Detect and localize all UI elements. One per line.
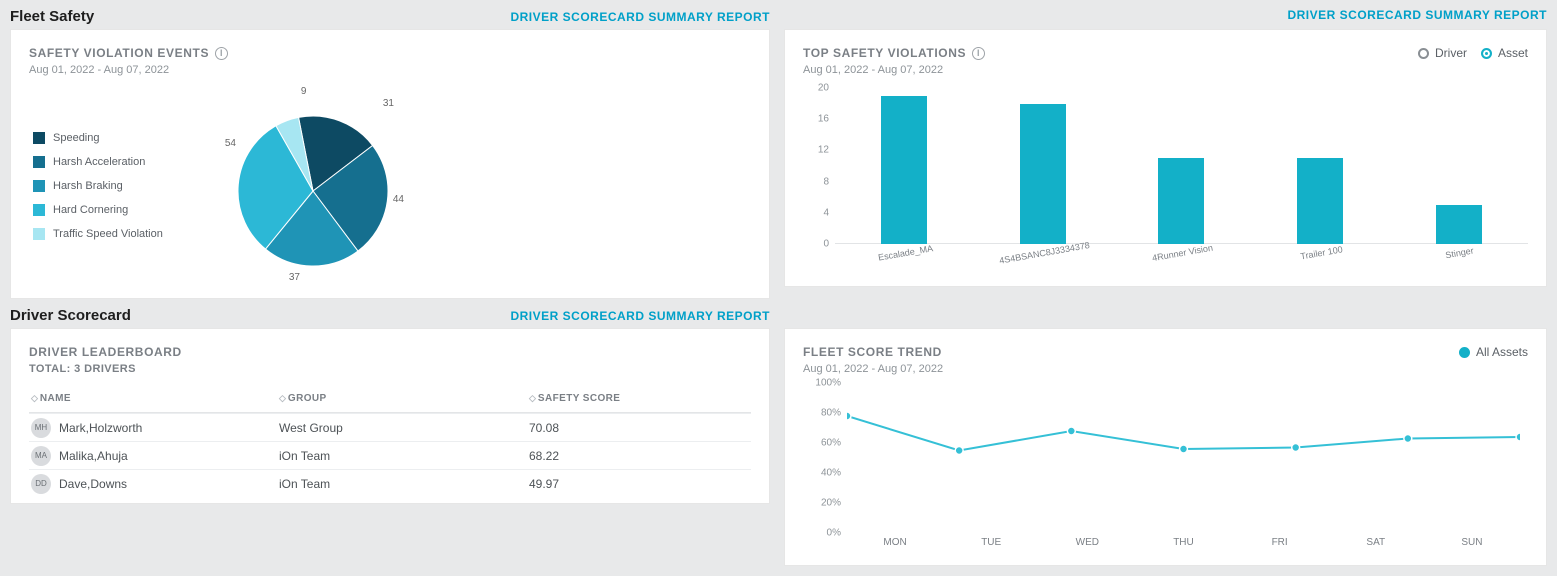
safety-violation-events-card: SAFETY VIOLATION EVENTS i Aug 01, 2022 -… xyxy=(10,29,770,299)
dimension-toggle: Driver Asset xyxy=(1418,46,1528,60)
legend-item[interactable]: Harsh Acceleration xyxy=(33,156,163,168)
top-safety-violations-title: TOP SAFETY VIOLATIONS i xyxy=(803,46,985,60)
sort-icon: ◇ xyxy=(31,393,36,404)
driver-scorecard-report-link[interactable]: DRIVER SCORECARD SUMMARY REPORT xyxy=(510,309,770,323)
pie-legend: Speeding Harsh Acceleration Harsh Brakin… xyxy=(29,132,163,240)
pie-chart-svg xyxy=(193,86,473,286)
col-header-score[interactable]: ◇ SAFETY SCORE xyxy=(529,393,751,404)
fleet-score-trend-title: FLEET SCORE TREND xyxy=(803,345,942,359)
leaderboard-table: ◇ NAME ◇ GROUP ◇ SAFETY SCORE MH Mark,Hol… xyxy=(29,385,751,497)
bar[interactable] xyxy=(1158,158,1204,244)
driver-group: iOn Team xyxy=(279,477,529,491)
bar-y-tick: 20 xyxy=(803,83,829,94)
line-x-label: SUN xyxy=(1424,537,1520,559)
driver-leaderboard-total: TOTAL: 3 DRIVERS xyxy=(29,363,751,375)
table-row[interactable]: DD Dave,Downs iOn Team49.97 xyxy=(29,469,751,497)
radio-asset[interactable]: Asset xyxy=(1481,46,1528,60)
driver-name: Dave,Downs xyxy=(59,477,127,491)
line-chart[interactable]: 0% 20% 40% 60% 80% 100% MONTUEWEDTHUFRISATSUN xyxy=(803,379,1528,559)
line-x-label: WED xyxy=(1039,537,1135,559)
driver-name: Mark,Holzworth xyxy=(59,421,142,435)
fleet-score-trend-date: Aug 01, 2022 - Aug 07, 2022 xyxy=(803,363,943,375)
driver-name: Malika,Ahuja xyxy=(59,449,128,463)
driver-leaderboard-title: DRIVER LEADERBOARD xyxy=(29,345,182,359)
col-header-name[interactable]: ◇ NAME xyxy=(29,393,279,404)
table-row[interactable]: MA Malika,Ahuja iOn Team68.22 xyxy=(29,441,751,469)
safety-violation-events-title: SAFETY VIOLATION EVENTS i xyxy=(29,46,228,60)
fleet-safety-header: Fleet Safety DRIVER SCORECARD SUMMARY RE… xyxy=(10,6,770,29)
driver-scorecard-header: Driver Scorecard DRIVER SCORECARD SUMMAR… xyxy=(10,305,770,328)
bar-y-tick: 0 xyxy=(803,239,829,250)
table-row[interactable]: MH Mark,Holzworth West Group70.08 xyxy=(29,413,751,441)
info-icon[interactable]: i xyxy=(972,47,985,60)
legend-item[interactable]: Hard Cornering xyxy=(33,204,163,216)
fleet-safety-header-right: DRIVER SCORECARD SUMMARY REPORT xyxy=(784,6,1547,26)
line-x-label: THU xyxy=(1135,537,1231,559)
bar[interactable] xyxy=(1297,158,1343,244)
line-x-label: MON xyxy=(847,537,943,559)
pie-slice-label: 37 xyxy=(289,272,300,283)
driver-scorecard-title: Driver Scorecard xyxy=(10,307,131,324)
driver-score: 49.97 xyxy=(529,477,751,491)
bar[interactable] xyxy=(881,96,927,244)
line-y-tick: 20% xyxy=(803,498,841,509)
driver-leaderboard-card: DRIVER LEADERBOARD TOTAL: 3 DRIVERS ◇ NA… xyxy=(10,328,770,504)
line-x-label: SAT xyxy=(1328,537,1424,559)
bar-y-tick: 16 xyxy=(803,114,829,125)
legend-item[interactable]: Harsh Braking xyxy=(33,180,163,192)
safety-violation-events-date: Aug 01, 2022 - Aug 07, 2022 xyxy=(29,64,751,76)
line-y-tick: 60% xyxy=(803,438,841,449)
avatar: MH xyxy=(31,418,51,438)
line-y-tick: 40% xyxy=(803,468,841,479)
bar[interactable] xyxy=(1020,104,1066,244)
pie-slice-label: 54 xyxy=(225,138,236,149)
driver-group: West Group xyxy=(279,421,529,435)
info-icon[interactable]: i xyxy=(215,47,228,60)
pie-slice-label: 31 xyxy=(383,98,394,109)
line-y-tick: 100% xyxy=(803,378,841,389)
legend-item[interactable]: Speeding xyxy=(33,132,163,144)
pie-slice-label: 9 xyxy=(301,86,307,97)
line-x-label: TUE xyxy=(943,537,1039,559)
pie-chart[interactable]: 31 44 37 54 9 xyxy=(193,86,473,286)
radio-driver[interactable]: Driver xyxy=(1418,46,1467,60)
fleet-safety-report-link-right[interactable]: DRIVER SCORECARD SUMMARY REPORT xyxy=(1287,8,1547,22)
sort-icon: ◇ xyxy=(279,393,284,404)
avatar: MA xyxy=(31,446,51,466)
trend-legend: All Assets xyxy=(1459,345,1528,359)
bar-y-tick: 8 xyxy=(803,176,829,187)
line-x-label: FRI xyxy=(1232,537,1328,559)
avatar: DD xyxy=(31,474,51,494)
driver-score: 70.08 xyxy=(529,421,751,435)
bar[interactable] xyxy=(1436,205,1482,244)
col-header-group[interactable]: ◇ GROUP xyxy=(279,393,529,404)
top-safety-violations-date: Aug 01, 2022 - Aug 07, 2022 xyxy=(803,64,985,76)
bar-chart[interactable]: Escalade_MA4S4BSANC8J33343784Runner Visi… xyxy=(803,84,1528,274)
trend-legend-label: All Assets xyxy=(1476,345,1528,359)
bar-y-tick: 4 xyxy=(803,207,829,218)
top-safety-violations-card: TOP SAFETY VIOLATIONS i Aug 01, 2022 - A… xyxy=(784,29,1547,287)
fleet-safety-title: Fleet Safety xyxy=(10,8,94,25)
line-y-tick: 80% xyxy=(803,408,841,419)
driver-group: iOn Team xyxy=(279,449,529,463)
fleet-safety-report-link[interactable]: DRIVER SCORECARD SUMMARY REPORT xyxy=(510,10,770,24)
driver-score: 68.22 xyxy=(529,449,751,463)
legend-item[interactable]: Traffic Speed Violation xyxy=(33,228,163,240)
pie-slice-label: 44 xyxy=(393,194,404,205)
sort-icon: ◇ xyxy=(529,393,534,404)
line-y-tick: 0% xyxy=(803,528,841,539)
bar-y-tick: 12 xyxy=(803,145,829,156)
fleet-score-trend-card: FLEET SCORE TREND Aug 01, 2022 - Aug 07,… xyxy=(784,328,1547,566)
